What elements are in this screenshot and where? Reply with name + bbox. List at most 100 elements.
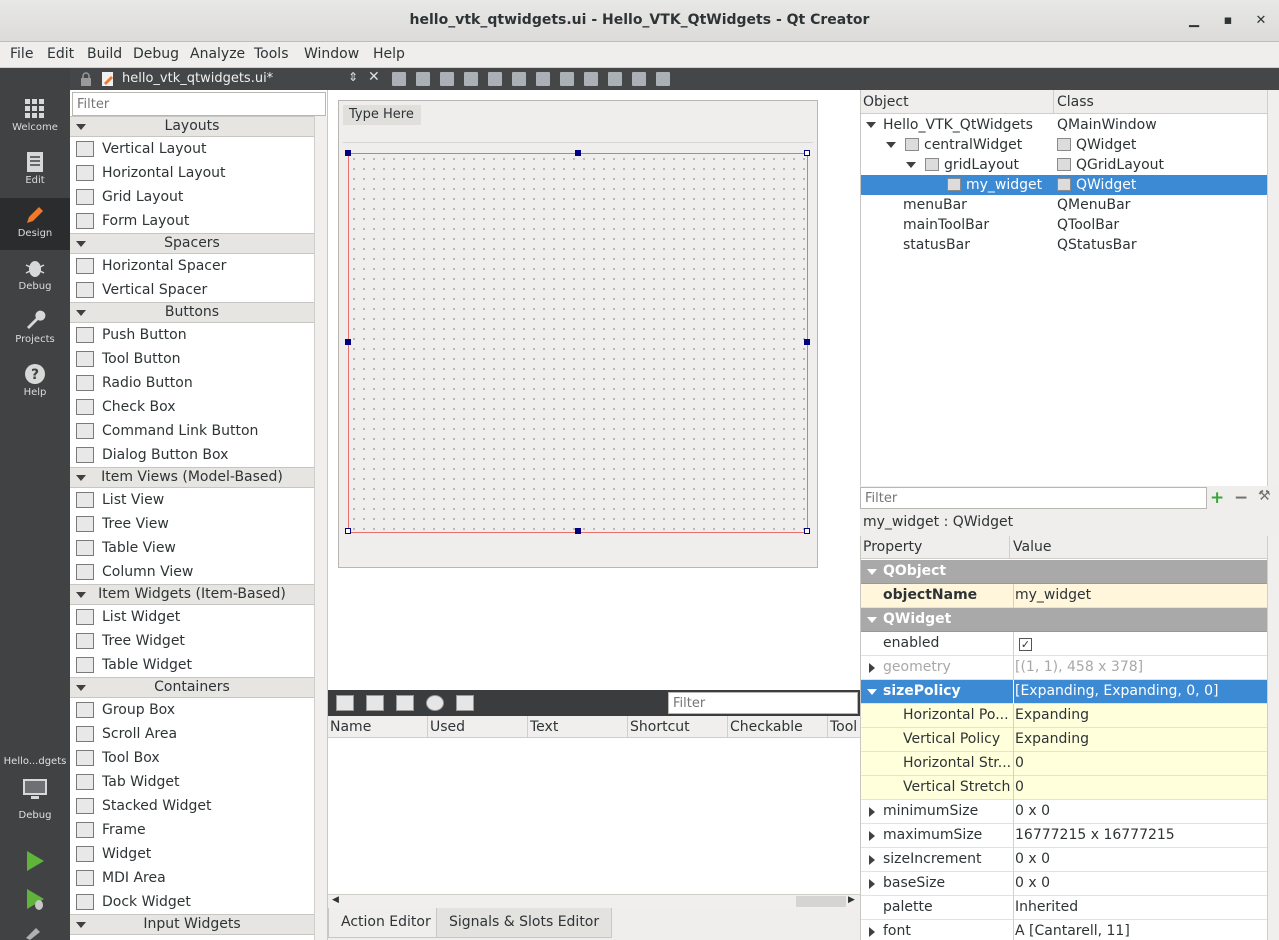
collapse-arrow-icon[interactable] (76, 124, 86, 130)
widget-category[interactable]: Spacers (70, 233, 314, 254)
edit-widgets-icon[interactable] (392, 72, 406, 86)
mode-design[interactable]: Design (0, 198, 70, 250)
menu-analyze[interactable]: Analyze (190, 46, 245, 62)
collapse-arrow-icon[interactable] (76, 592, 86, 598)
property-value[interactable]: A [Cantarell, 11] (1013, 920, 1267, 940)
collapse-arrow-icon[interactable] (76, 475, 86, 481)
menu-debug[interactable]: Debug (133, 46, 179, 62)
property-row[interactable]: font A [Cantarell, 11] (861, 920, 1267, 940)
widget-item[interactable]: Tool Box (70, 746, 314, 770)
paste-action-icon[interactable] (396, 695, 414, 711)
property-group[interactable]: QObject (861, 560, 1267, 584)
widget-item[interactable]: Tool Button (70, 347, 314, 371)
widget-item[interactable]: Column View (70, 560, 314, 584)
document-chooser-arrow-icon[interactable]: ⇕ (348, 70, 358, 84)
close-document-icon[interactable]: ✕ (368, 69, 380, 85)
widget-item[interactable]: Horizontal Spacer (70, 254, 314, 278)
widget-item[interactable]: Command Link Button (70, 419, 314, 443)
property-group[interactable]: QWidget (861, 608, 1267, 632)
resize-handle[interactable] (804, 150, 810, 156)
object-row[interactable]: Hello_VTK_QtWidgets QMainWindow (861, 115, 1267, 135)
resize-handle[interactable] (575, 528, 581, 534)
property-row[interactable]: minimumSize 0 x 0 (861, 800, 1267, 824)
property-value[interactable]: 0 (1013, 776, 1267, 800)
widget-item[interactable]: Widget (70, 842, 314, 866)
widget-item[interactable]: Tab Widget (70, 770, 314, 794)
property-row[interactable]: maximumSize 16777215 x 16777215 (861, 824, 1267, 848)
col-property[interactable]: Property (863, 539, 922, 555)
widget-category[interactable]: Containers (70, 677, 314, 698)
widget-category[interactable]: Layouts (70, 116, 314, 137)
property-row[interactable]: Vertical Policy Expanding (861, 728, 1267, 752)
col-shortcut[interactable]: Shortcut (628, 716, 728, 738)
collapsed-arrow-icon[interactable] (869, 927, 875, 937)
col-text[interactable]: Text (528, 716, 628, 738)
col-object[interactable]: Object (863, 94, 909, 110)
property-value[interactable]: Expanding (1013, 728, 1267, 752)
property-row[interactable]: geometry [(1, 1), 458 x 378] (861, 656, 1267, 680)
widget-item[interactable]: Grid Layout (70, 185, 314, 209)
widget-item[interactable]: Dialog Button Box (70, 443, 314, 467)
object-row[interactable]: statusBar QStatusBar (861, 235, 1267, 255)
property-row[interactable]: palette Inherited (861, 896, 1267, 920)
collapsed-arrow-icon[interactable] (869, 879, 875, 889)
run-icon[interactable] (24, 850, 46, 872)
object-inspector-scrollbar[interactable] (1267, 90, 1279, 486)
lock-icon[interactable] (80, 72, 92, 86)
object-row-selected[interactable]: my_widget QWidget (861, 175, 1267, 195)
scroll-right-icon[interactable]: ▶ (848, 895, 855, 905)
build-icon[interactable] (24, 926, 46, 940)
copy-action-icon[interactable] (366, 695, 384, 711)
collapse-arrow-icon[interactable] (76, 241, 86, 247)
layout-vertical-icon[interactable] (512, 72, 526, 86)
break-layout-icon[interactable] (632, 72, 646, 86)
property-filter-input[interactable] (860, 487, 1207, 509)
widget-item[interactable]: Push Button (70, 323, 314, 347)
delete-action-icon[interactable] (426, 695, 444, 711)
menu-tools[interactable]: Tools (254, 46, 289, 62)
menu-build[interactable]: Build (87, 46, 122, 62)
scroll-left-icon[interactable]: ◀ (332, 895, 339, 905)
widget-item[interactable]: Vertical Spacer (70, 278, 314, 302)
close-button[interactable]: ✕ (1251, 11, 1271, 31)
menu-window[interactable]: Window (304, 46, 359, 62)
widget-item[interactable]: Form Layout (70, 209, 314, 233)
col-name[interactable]: Name (328, 716, 428, 738)
col-class[interactable]: Class (1057, 94, 1094, 110)
menu-file[interactable]: File (10, 46, 33, 62)
property-row[interactable]: sizeIncrement 0 x 0 (861, 848, 1267, 872)
widget-item[interactable]: Table Widget (70, 653, 314, 677)
mode-debug[interactable]: Debug (0, 251, 70, 303)
widget-item[interactable]: MDI Area (70, 866, 314, 890)
widget-item[interactable]: Frame (70, 818, 314, 842)
widget-item[interactable]: Scroll Area (70, 722, 314, 746)
expand-arrow-icon[interactable] (867, 569, 877, 575)
widget-category[interactable]: Item Widgets (Item-Based) (70, 584, 314, 605)
property-value[interactable]: [Expanding, Expanding, 0, 0] (1013, 680, 1267, 704)
tab-signals-slots[interactable]: Signals & Slots Editor (436, 908, 613, 938)
widget-item[interactable]: Tree View (70, 512, 314, 536)
col-tooltip[interactable]: Tool (828, 716, 860, 738)
collapsed-arrow-icon[interactable] (869, 807, 875, 817)
layout-splitter-vertical-icon[interactable] (560, 72, 574, 86)
widget-filter-input[interactable] (72, 92, 326, 116)
widget-item[interactable]: Vertical Layout (70, 137, 314, 161)
target-project[interactable]: Hello...dgets (0, 756, 70, 767)
collapse-arrow-icon[interactable] (76, 922, 86, 928)
property-row[interactable]: Horizontal Str... 0 (861, 752, 1267, 776)
object-row[interactable]: centralWidget QWidget (861, 135, 1267, 155)
property-row[interactable]: sizePolicy [Expanding, Expanding, 0, 0] (861, 680, 1267, 704)
add-property-icon[interactable]: + (1210, 488, 1224, 508)
remove-property-icon[interactable]: − (1234, 488, 1248, 508)
widget-category[interactable]: Input Widgets (70, 914, 314, 935)
collapsed-arrow-icon[interactable] (869, 663, 875, 673)
col-value[interactable]: Value (1013, 539, 1051, 555)
resize-handle[interactable] (345, 528, 351, 534)
widget-item[interactable]: Check Box (70, 395, 314, 419)
widget-item[interactable]: Horizontal Layout (70, 161, 314, 185)
layout-form-icon[interactable] (584, 72, 598, 86)
configure-view-icon[interactable] (456, 695, 474, 711)
resize-handle[interactable] (575, 150, 581, 156)
resize-handle[interactable] (345, 339, 351, 345)
property-value[interactable]: 0 (1013, 752, 1267, 776)
